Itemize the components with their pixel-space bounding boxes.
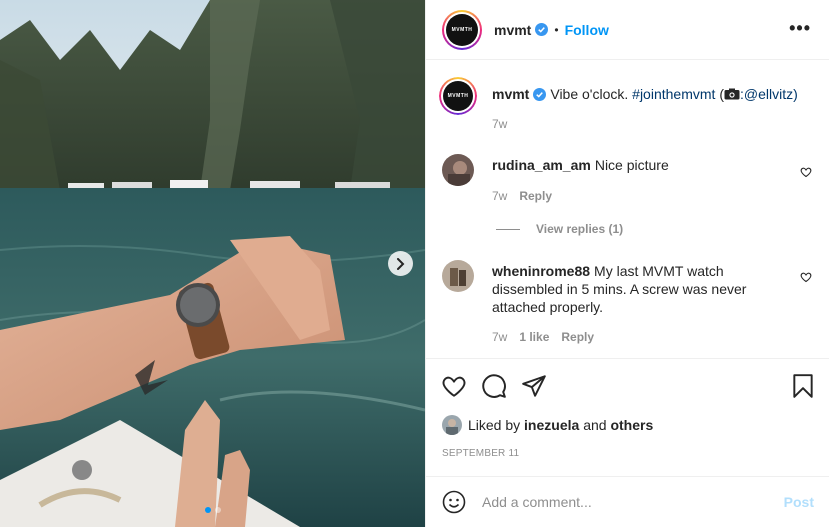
verified-badge-icon — [533, 88, 547, 101]
avatar[interactable] — [442, 260, 474, 292]
caption-username[interactable]: mvmt — [492, 86, 529, 102]
post-media[interactable] — [0, 0, 425, 527]
more-options-icon[interactable]: ••• — [789, 18, 811, 39]
add-comment-bar: Post — [426, 476, 829, 527]
post-actions: Liked by inezuela and others SEPTEMBER 1… — [426, 358, 829, 476]
post-photo — [0, 0, 425, 527]
carousel-next-button[interactable] — [388, 251, 413, 276]
divider — [496, 228, 520, 230]
chevron-right-icon — [396, 257, 404, 270]
emoji-icon[interactable] — [442, 490, 466, 514]
avatar[interactable] — [442, 415, 462, 435]
post-header: MVMTH mvmt • Follow ••• — [426, 0, 829, 60]
heart-icon[interactable] — [441, 373, 467, 399]
post-date[interactable]: SEPTEMBER 11 — [442, 448, 519, 459]
comment-time: 7w — [492, 189, 508, 203]
view-replies-button[interactable]: View replies (1) — [496, 222, 623, 236]
avatar-logo: MVMTH — [446, 13, 478, 46]
carousel-dot — [214, 507, 221, 513]
comment-text: Nice picture — [594, 157, 669, 173]
liked-by: Liked by inezuela and others — [442, 415, 653, 435]
heart-icon[interactable] — [800, 166, 812, 178]
separator-dot: • — [554, 22, 559, 37]
carousel-indicator — [0, 507, 425, 513]
hashtag-link[interactable]: #jointhemvmt — [632, 86, 715, 102]
caption-time: 7w — [492, 117, 508, 131]
comment-username[interactable]: rudina_am_am — [492, 157, 591, 173]
follow-button[interactable]: Follow — [565, 22, 609, 38]
liked-by-prefix: Liked by — [468, 417, 521, 433]
heart-icon[interactable] — [800, 271, 812, 283]
caption-text: Vibe o'clock. — [550, 86, 629, 102]
reply-button[interactable]: Reply — [561, 330, 594, 344]
avatar[interactable]: MVMTH — [439, 77, 477, 115]
camera-icon — [724, 88, 740, 100]
post-button[interactable]: Post — [784, 494, 814, 510]
liked-by-joiner: and — [583, 417, 607, 433]
comment-input[interactable] — [482, 494, 784, 510]
comment-username[interactable]: wheninrome88 — [492, 263, 590, 279]
bookmark-icon[interactable] — [790, 373, 816, 399]
reply-button[interactable]: Reply — [519, 189, 552, 203]
avatar[interactable] — [442, 154, 474, 186]
share-icon[interactable] — [521, 373, 547, 399]
comment-icon[interactable] — [481, 373, 507, 399]
header-username[interactable]: mvmt — [494, 22, 531, 38]
avatar[interactable]: MVMTH — [442, 9, 482, 50]
post-details-panel: MVMTH mvmt • Follow ••• MVMTH mvmt Vibe o… — [425, 0, 829, 527]
view-replies-label: View replies (1) — [536, 222, 624, 236]
comments-list[interactable]: MVMTH mvmt Vibe o'clock. #jointhemvmt (:@… — [426, 61, 829, 358]
verified-badge-icon — [535, 23, 549, 36]
credit-mention[interactable]: :@ellvitz) — [740, 86, 798, 102]
carousel-dot — [204, 507, 211, 513]
comment-time: 7w — [492, 330, 508, 344]
likes-count[interactable]: 1 like — [519, 330, 549, 344]
liked-by-others[interactable]: others — [610, 417, 653, 433]
liked-by-user[interactable]: inezuela — [524, 417, 579, 433]
